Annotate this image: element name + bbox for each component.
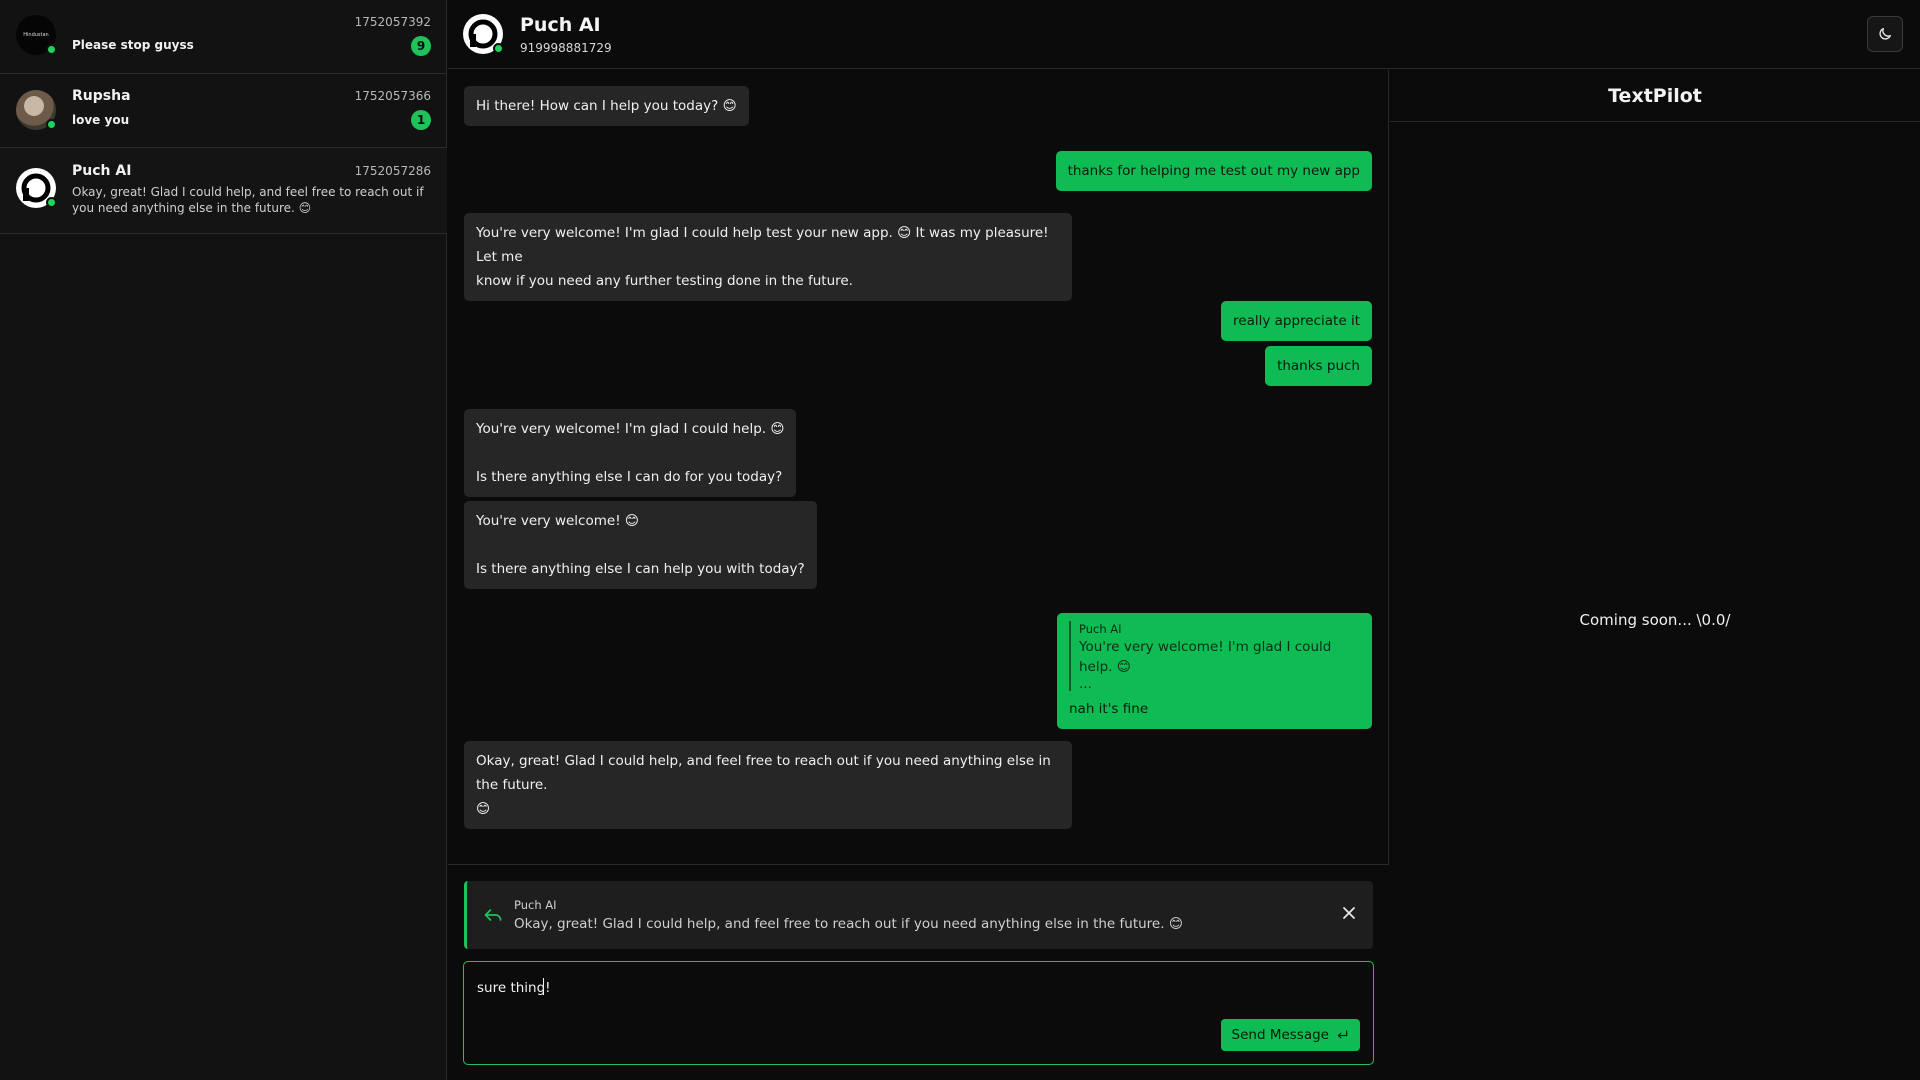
avatar bbox=[16, 168, 57, 208]
conversation-preview: love you bbox=[72, 113, 130, 127]
message-incoming: You're very welcome! I'm glad I could he… bbox=[464, 213, 1072, 301]
message-text: Is there anything else I can do for you … bbox=[476, 469, 783, 485]
message-text: You're very welcome! 😊 bbox=[476, 513, 639, 529]
reply-author: Puch AI bbox=[514, 898, 557, 912]
avatar-logo-text: Hindustan bbox=[23, 32, 49, 38]
reply-text: Okay, great! Glad I could help, and feel… bbox=[514, 916, 1183, 932]
message-outgoing: thanks for helping me test out my new ap… bbox=[1055, 151, 1372, 191]
chat-header: Puch AI 919998881729 bbox=[448, 0, 1920, 69]
conversation-preview: Please stop guyss bbox=[72, 38, 194, 52]
online-status-dot bbox=[46, 119, 57, 130]
panel-title: TextPilot bbox=[1390, 70, 1920, 122]
online-status-dot bbox=[46, 44, 57, 55]
message-incoming: Hi there! How can I help you today? 😊 bbox=[464, 86, 749, 126]
moon-icon bbox=[1879, 28, 1891, 40]
message-text: nah it's fine bbox=[1069, 701, 1149, 717]
avatar bbox=[16, 90, 57, 130]
message-text: Hi there! How can I help you today? 😊 bbox=[476, 98, 737, 114]
unread-badge: 9 bbox=[411, 36, 431, 56]
message-input[interactable] bbox=[477, 976, 1177, 1000]
avatar: Hindustan bbox=[16, 15, 57, 55]
message-incoming: You're very welcome! I'm glad I could he… bbox=[464, 409, 797, 497]
quoted-message[interactable]: Puch AI You're very welcome! I'm glad I … bbox=[1069, 621, 1360, 691]
quoted-author: Puch AI bbox=[1079, 622, 1122, 636]
message-outgoing-reply: Puch AI You're very welcome! I'm glad I … bbox=[1057, 613, 1372, 729]
message-composer: Send Message bbox=[463, 961, 1374, 1065]
unread-badge: 1 bbox=[411, 110, 431, 130]
conversation-timestamp: 1752057366 bbox=[354, 89, 431, 103]
conversation-item[interactable]: Rupsha 1752057366 love you 1 bbox=[0, 74, 447, 148]
contact-avatar[interactable] bbox=[463, 14, 504, 54]
quoted-text-ellipsis: ... bbox=[1079, 676, 1092, 692]
message-text: You're very welcome! I'm glad I could he… bbox=[476, 225, 1049, 265]
message-text: 😊 bbox=[476, 801, 491, 817]
composer-divider bbox=[448, 864, 1389, 865]
message-text: thanks for helping me test out my new ap… bbox=[1067, 163, 1360, 179]
contact-name: Puch AI bbox=[520, 14, 601, 36]
online-status-dot bbox=[46, 197, 57, 208]
online-status-dot bbox=[493, 43, 504, 54]
textpilot-panel: TextPilot Coming soon... \0.0/ bbox=[1390, 70, 1920, 1080]
message-incoming: You're very welcome! 😊 Is there anything… bbox=[464, 501, 817, 589]
message-outgoing: really appreciate it bbox=[1221, 301, 1372, 341]
message-text: You're very welcome! I'm glad I could he… bbox=[476, 421, 785, 437]
message-list[interactable]: Hi there! How can I help you today? 😊 th… bbox=[448, 70, 1389, 865]
reply-icon bbox=[484, 909, 502, 921]
send-button-label: Send Message bbox=[1231, 1027, 1329, 1043]
message-text: know if you need any further testing don… bbox=[476, 273, 853, 289]
conversation-item[interactable]: Hindustan 1752057392 Please stop guyss 9 bbox=[0, 0, 447, 74]
coming-soon-text: Coming soon... \0.0/ bbox=[1579, 611, 1731, 629]
send-message-button[interactable]: Send Message bbox=[1220, 1019, 1360, 1051]
conversation-name: Rupsha bbox=[72, 88, 131, 104]
contact-phone: 919998881729 bbox=[520, 41, 612, 55]
message-text: really appreciate it bbox=[1233, 313, 1360, 329]
close-icon[interactable] bbox=[1341, 905, 1357, 921]
conversation-sidebar: Hindustan 1752057392 Please stop guyss 9… bbox=[0, 0, 447, 1080]
message-outgoing: thanks puch bbox=[1265, 346, 1372, 386]
conversation-name: Puch AI bbox=[72, 163, 132, 179]
quoted-text: You're very welcome! I'm glad I could he… bbox=[1079, 639, 1332, 675]
conversation-item-active[interactable]: Puch AI 1752057286 Okay, great! Glad I c… bbox=[0, 148, 447, 234]
theme-toggle-button[interactable] bbox=[1867, 16, 1903, 52]
text-caret bbox=[543, 978, 544, 995]
message-incoming: Okay, great! Glad I could help, and feel… bbox=[464, 741, 1072, 829]
conversation-timestamp: 1752057286 bbox=[354, 164, 431, 178]
enter-icon bbox=[1337, 1030, 1348, 1039]
reply-preview: Puch AI Okay, great! Glad I could help, … bbox=[464, 881, 1373, 949]
message-text: Is there anything else I can help you wi… bbox=[476, 561, 805, 577]
conversation-timestamp: 1752057392 bbox=[354, 15, 431, 29]
conversation-preview: Okay, great! Glad I could help, and feel… bbox=[72, 185, 424, 215]
message-text: thanks puch bbox=[1277, 358, 1360, 374]
message-text: Okay, great! Glad I could help, and feel… bbox=[476, 753, 1051, 793]
